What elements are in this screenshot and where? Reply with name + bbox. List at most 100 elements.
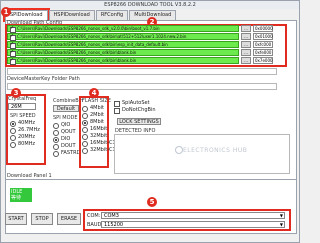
marker-3: 3 — [11, 88, 21, 98]
radio-dot — [53, 143, 59, 150]
checkbox-box — [114, 100, 120, 107]
marker-1: 1 — [1, 7, 11, 17]
lock-settings-button[interactable]: LOCK SETTINGS — [117, 118, 161, 125]
flash-size-options: 4Mbit 2Mbit 8Mbit 16Mbit 32Mbit 16Mbit-C… — [82, 105, 116, 154]
radio-dot — [53, 129, 59, 136]
radio-dot — [53, 136, 59, 143]
com-select[interactable]: COM3 ▼ — [101, 212, 285, 219]
radio-dot — [53, 122, 59, 129]
spi-speed-radio[interactable]: 40MHz — [10, 120, 40, 127]
marker-5: 5 — [147, 197, 157, 207]
browse-button[interactable]: ... — [241, 25, 251, 32]
path-text[interactable]: C:\Users\Ravi\Downloads\ESP8266_nonos_sd… — [17, 58, 197, 64]
radio-dot — [10, 134, 16, 141]
radio-label: 80MHz — [18, 141, 36, 147]
marker-4: 4 — [89, 88, 99, 98]
browse-button[interactable]: ... — [241, 33, 251, 40]
do-not-chg-bin-checkbox[interactable]: DoNotChgBin — [114, 107, 156, 114]
path-row: C:\Users\Ravi\Downloads\ESP8266_nonos_sd… — [7, 25, 239, 33]
spi-mode-radio[interactable]: FASTRD — [53, 150, 80, 157]
erase-button[interactable]: ERASE — [57, 213, 81, 225]
window-title: ESP8266 DOWNLOAD TOOL V3.8.2.2 — [1, 1, 299, 9]
radio-dot — [82, 133, 88, 140]
device-master-key-input[interactable] — [7, 83, 277, 90]
detected-info-box — [114, 134, 290, 174]
radio-label: 8Mbit — [90, 119, 105, 125]
path-checkbox[interactable] — [10, 57, 16, 65]
start-button[interactable]: START — [5, 213, 27, 225]
address-input[interactable]: 0xfc000 — [253, 41, 273, 48]
spi-mode-radio[interactable]: QIO — [53, 122, 80, 129]
spi-mode-radio[interactable]: QOUT — [53, 129, 80, 136]
spi-auto-set-checkbox[interactable]: SpiAutoSet — [114, 100, 156, 107]
radio-label: FASTRD — [61, 150, 81, 156]
path-text[interactable]: C:\Users\Ravi\Downloads\ESP8266_nonos_sd… — [17, 34, 197, 40]
baud-select[interactable]: 115200 ▼ — [101, 221, 285, 228]
path-text[interactable]: C:\Users\Ravi\Downloads\ESP8266_nonos_sd… — [17, 42, 197, 48]
spi-mode-radio[interactable]: DIO — [53, 136, 80, 143]
flash-size-radio[interactable]: 32Mbit-C1 — [82, 147, 116, 154]
radio-label: DIO — [61, 136, 71, 142]
radio-label: 4Mbit — [90, 105, 105, 111]
path-row: C:\Users\Ravi\Downloads\ESP8266_nonos_sd… — [7, 49, 239, 57]
spi-speed-label: SPI SPEED — [10, 113, 36, 119]
tab-spidownload[interactable]: SPIDownload — [3, 8, 50, 22]
path-row: C:\Users\Ravi\Downloads\ESP8266_nonos_sd… — [7, 41, 239, 49]
spi-speed-radio[interactable]: 26.7MHz — [10, 127, 40, 134]
baud-value: 115200 — [104, 222, 124, 228]
spi-speed-radio[interactable]: 20MHz — [10, 134, 40, 141]
flash-size-radio[interactable]: 4Mbit — [82, 105, 116, 112]
radio-dot — [82, 112, 88, 119]
checkbox-label: SpiAutoSet — [122, 100, 150, 106]
flash-size-radio[interactable]: 16Mbit-C1 — [82, 140, 116, 147]
address-input[interactable]: 0xfe000 — [253, 49, 273, 56]
address-input[interactable]: 0x01000 — [253, 33, 273, 40]
radio-label: DOUT — [61, 143, 76, 149]
checkbox-box — [114, 107, 120, 114]
status-subtext: 等待 — [11, 195, 22, 201]
download-tool-window: ESP8266 DOWNLOAD TOOL V3.8.2.2 SPIDownlo… — [0, 0, 300, 243]
checkbox-label: DoNotChgBin — [122, 107, 156, 113]
stop-button[interactable]: STOP — [31, 213, 53, 225]
spi-speed-options: 40MHz 26.7MHz 20MHz 80MHz — [10, 120, 40, 148]
radio-dot — [82, 147, 88, 154]
status-indicator: IDLE 等待 — [10, 188, 32, 202]
flash-size-radio[interactable]: 16Mbit — [82, 126, 116, 133]
default-button[interactable]: Default — [53, 105, 79, 112]
radio-label: 16Mbit-C1 — [90, 140, 116, 146]
path-rows: C:\Users\Ravi\Downloads\ESP8266_nonos_sd… — [7, 25, 239, 65]
address-input[interactable]: 0x00000 — [253, 25, 273, 32]
radio-label: 32Mbit — [90, 133, 108, 139]
address-input[interactable]: 0x7e000 — [253, 57, 273, 64]
path-row: C:\Users\Ravi\Downloads\ESP8266_nonos_sd… — [7, 33, 239, 41]
extra-options: SpiAutoSet DoNotChgBin — [114, 100, 156, 114]
browse-button[interactable]: ... — [241, 49, 251, 56]
spi-mode-radio[interactable]: DOUT — [53, 143, 80, 150]
radio-label: 40MHz — [18, 120, 36, 126]
spi-mode-label: SPI MODE — [53, 115, 78, 121]
tab-rfconfig[interactable]: RFConfig — [95, 10, 129, 20]
spi-speed-radio[interactable]: 80MHz — [10, 141, 40, 148]
radio-dot — [10, 141, 16, 148]
radio-label: 32Mbit-C1 — [90, 147, 116, 153]
radio-dot — [10, 120, 16, 127]
empty-path-row[interactable] — [7, 68, 277, 75]
flash-size-radio[interactable]: 8Mbit — [82, 119, 116, 126]
radio-label: QOUT — [61, 129, 76, 135]
spi-mode-options: QIO QOUT DIO DOUT FASTRD — [53, 122, 80, 157]
path-text[interactable]: C:\Users\Ravi\Downloads\ESP8266_nonos_sd… — [17, 26, 197, 32]
radio-label: 20MHz — [18, 134, 36, 140]
flash-size-radio[interactable]: 32Mbit — [82, 133, 116, 140]
radio-label: 16Mbit — [90, 126, 108, 132]
browse-button[interactable]: ... — [241, 41, 251, 48]
browse-button[interactable]: ... — [241, 57, 251, 64]
com-value: COM3 — [104, 213, 119, 219]
radio-dot — [82, 119, 88, 126]
radio-label: 26.7MHz — [18, 127, 40, 133]
flash-size-radio[interactable]: 2Mbit — [82, 112, 116, 119]
chevron-down-icon: ▼ — [279, 222, 283, 227]
path-text[interactable]: C:\Users\Ravi\Downloads\ESP8266_nonos_sd… — [17, 50, 197, 56]
tab-hspidownload[interactable]: HSPIDownload — [48, 10, 95, 20]
electronicshub-logo-icon — [175, 146, 183, 154]
radio-dot — [82, 105, 88, 112]
